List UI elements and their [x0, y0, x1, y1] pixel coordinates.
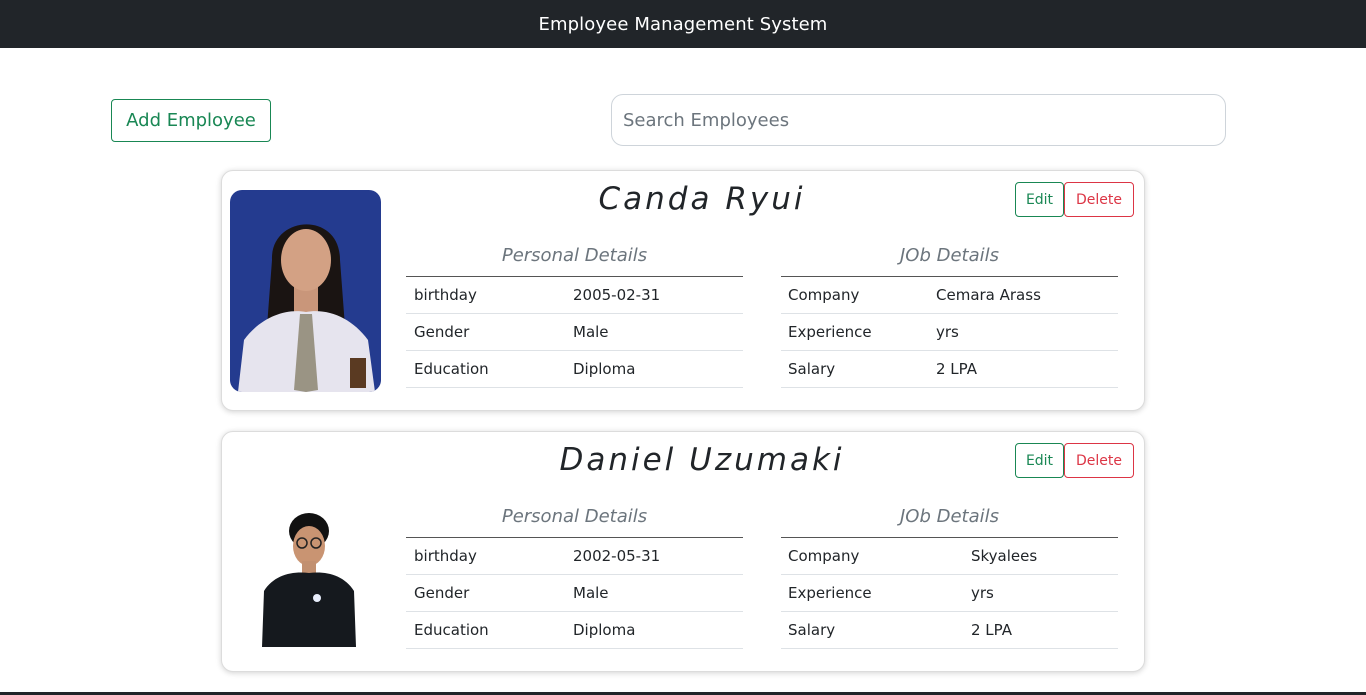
employee-photo — [230, 451, 381, 653]
detail-value: 2 LPA — [936, 360, 978, 378]
job-details-title: JOb Details — [781, 502, 1118, 538]
employee-card: Daniel Uzumaki Edit Delete Personal Deta… — [221, 431, 1145, 672]
detail-value: Male — [573, 584, 609, 602]
app-title: Employee Management System — [538, 13, 828, 35]
employee-name: Daniel Uzumaki — [559, 442, 845, 478]
job-details: JOb Details Company Cemara Arass Experie… — [781, 241, 1118, 388]
detail-label: birthday — [414, 286, 477, 304]
detail-row: Gender Male — [406, 314, 743, 351]
employee-card: Canda Ryui Edit Delete Personal Details … — [221, 170, 1145, 411]
employee-photo — [230, 190, 381, 392]
detail-row: birthday 2005-02-31 — [406, 277, 743, 314]
detail-value: 2002-05-31 — [573, 547, 661, 565]
detail-value: Cemara Arass — [936, 286, 1041, 304]
detail-row: Company Cemara Arass — [781, 277, 1118, 314]
detail-value: yrs — [971, 584, 994, 602]
detail-value: Diploma — [573, 621, 636, 639]
detail-label: Salary — [788, 621, 836, 639]
detail-value: Skyalees — [971, 547, 1038, 565]
detail-row: Experience yrs — [781, 314, 1118, 351]
job-details: JOb Details Company Skyalees Experience … — [781, 502, 1118, 649]
delete-button[interactable]: Delete — [1064, 182, 1134, 217]
detail-row: Education Diploma — [406, 612, 743, 649]
detail-label: Education — [414, 360, 489, 378]
search-input[interactable] — [611, 94, 1226, 146]
detail-value: Diploma — [573, 360, 636, 378]
detail-label: Experience — [788, 584, 872, 602]
edit-button[interactable]: Edit — [1015, 443, 1064, 478]
add-employee-button[interactable]: Add Employee — [111, 99, 271, 142]
detail-value: 2 LPA — [971, 621, 1013, 639]
detail-value: 2005-02-31 — [573, 286, 661, 304]
detail-row: Education Diploma — [406, 351, 743, 388]
delete-button[interactable]: Delete — [1064, 443, 1134, 478]
personal-details-title: Personal Details — [406, 502, 743, 538]
detail-label: Company — [788, 547, 860, 565]
job-details-title: JOb Details — [781, 241, 1118, 277]
detail-row: Salary 2 LPA — [781, 612, 1118, 649]
detail-row: Gender Male — [406, 575, 743, 612]
edit-button[interactable]: Edit — [1015, 182, 1064, 217]
detail-row: Experience yrs — [781, 575, 1118, 612]
detail-row: Salary 2 LPA — [781, 351, 1118, 388]
detail-label: Company — [788, 286, 860, 304]
detail-row: Company Skyalees — [781, 538, 1118, 575]
detail-label: Experience — [788, 323, 872, 341]
detail-label: Gender — [414, 323, 470, 341]
personal-details: Personal Details birthday 2005-02-31 Gen… — [406, 241, 743, 388]
detail-label: Salary — [788, 360, 836, 378]
employee-name: Canda Ryui — [598, 181, 806, 217]
navbar: Employee Management System — [0, 0, 1366, 48]
detail-row: birthday 2002-05-31 — [406, 538, 743, 575]
detail-label: birthday — [414, 547, 477, 565]
personal-details-title: Personal Details — [406, 241, 743, 277]
detail-label: Education — [414, 621, 489, 639]
detail-label: Gender — [414, 584, 470, 602]
detail-value: yrs — [936, 323, 959, 341]
personal-details: Personal Details birthday 2002-05-31 Gen… — [406, 502, 743, 649]
detail-value: Male — [573, 323, 609, 341]
